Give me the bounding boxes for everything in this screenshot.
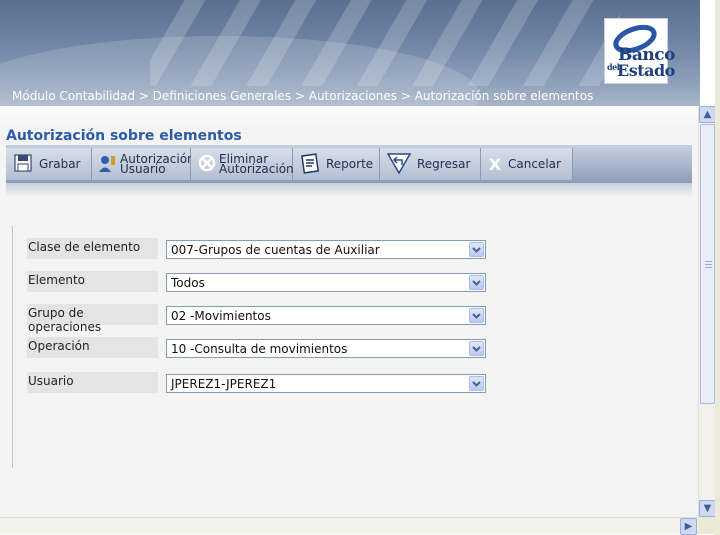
operacion-value: 10 -Consulta de movimientos — [171, 342, 348, 356]
report-icon — [299, 152, 321, 177]
chevron-down-icon[interactable] — [469, 242, 484, 257]
usuario-value: JPEREZ1-JPEREZ1 — [171, 377, 277, 391]
regresar-button[interactable]: Regresar — [380, 148, 481, 180]
x-icon: X — [488, 154, 502, 174]
toolbar: Grabar Autorización Usuario Eliminar Aut… — [6, 145, 692, 183]
operacion-label: Operación — [27, 337, 158, 358]
chevron-down-icon[interactable] — [469, 376, 484, 391]
autorizacion-label-2: Usuario — [120, 162, 166, 176]
vertical-scrollbar[interactable]: ▲ ▼ — [698, 106, 716, 517]
chevron-down-icon[interactable] — [469, 341, 484, 356]
usuario-label: Usuario — [27, 372, 158, 393]
scrollbar-thumb[interactable] — [700, 124, 715, 404]
clase-label: Clase de elemento — [27, 238, 158, 259]
cancelar-button[interactable]: X Cancelar — [481, 148, 573, 180]
grupo-label: Grupo de operaciones — [27, 304, 158, 334]
usuario-select[interactable]: JPEREZ1-JPEREZ1 — [166, 374, 486, 393]
bank-logo: Banco del Estado — [604, 18, 675, 84]
elemento-label: Elemento — [27, 271, 158, 292]
divider — [12, 226, 13, 468]
eliminar-label-2: Autorización — [219, 162, 294, 176]
reporte-label: Reporte — [326, 157, 374, 171]
reporte-button[interactable]: Reporte — [293, 148, 380, 180]
back-arrow-icon — [386, 151, 412, 178]
elemento-select[interactable]: Todos — [166, 273, 486, 292]
banner-stripes — [150, 0, 620, 86]
main-content: Autorización sobre elementos Grabar Auto… — [0, 106, 698, 517]
grupo-select[interactable]: 02 -Movimientos — [166, 306, 486, 325]
header-banner: Módulo Contabilidad > Definiciones Gener… — [0, 0, 700, 106]
grabar-button[interactable]: Grabar — [6, 148, 92, 180]
logo-word-2: Estado — [617, 61, 675, 80]
scroll-down-icon[interactable]: ▼ — [699, 500, 716, 517]
operacion-select[interactable]: 10 -Consulta de movimientos — [166, 339, 486, 358]
horizontal-scrollbar[interactable]: ▶ — [0, 517, 698, 535]
clase-select[interactable]: 007-Grupos de cuentas de Auxiliar — [166, 240, 486, 259]
clase-value: 007-Grupos de cuentas de Auxiliar — [171, 243, 380, 257]
scroll-right-icon[interactable]: ▶ — [680, 518, 697, 535]
user-key-icon — [98, 152, 118, 177]
page-title: Autorización sobre elementos — [6, 128, 242, 144]
elemento-value: Todos — [171, 276, 205, 290]
chevron-down-icon[interactable] — [469, 308, 484, 323]
breadcrumb: Módulo Contabilidad > Definiciones Gener… — [12, 89, 594, 103]
autorizacion-usuario-button[interactable]: Autorización Usuario — [92, 148, 195, 180]
grabar-label: Grabar — [39, 157, 81, 171]
grupo-value: 02 -Movimientos — [171, 309, 271, 323]
eliminar-autorizacion-button[interactable]: Eliminar Autorización — [191, 148, 294, 180]
scroll-up-icon[interactable]: ▲ — [699, 106, 716, 123]
delete-icon — [197, 152, 217, 177]
save-icon — [12, 152, 34, 177]
regresar-label: Regresar — [417, 157, 471, 171]
cancelar-label: Cancelar — [508, 157, 561, 171]
chevron-down-icon[interactable] — [469, 275, 484, 290]
